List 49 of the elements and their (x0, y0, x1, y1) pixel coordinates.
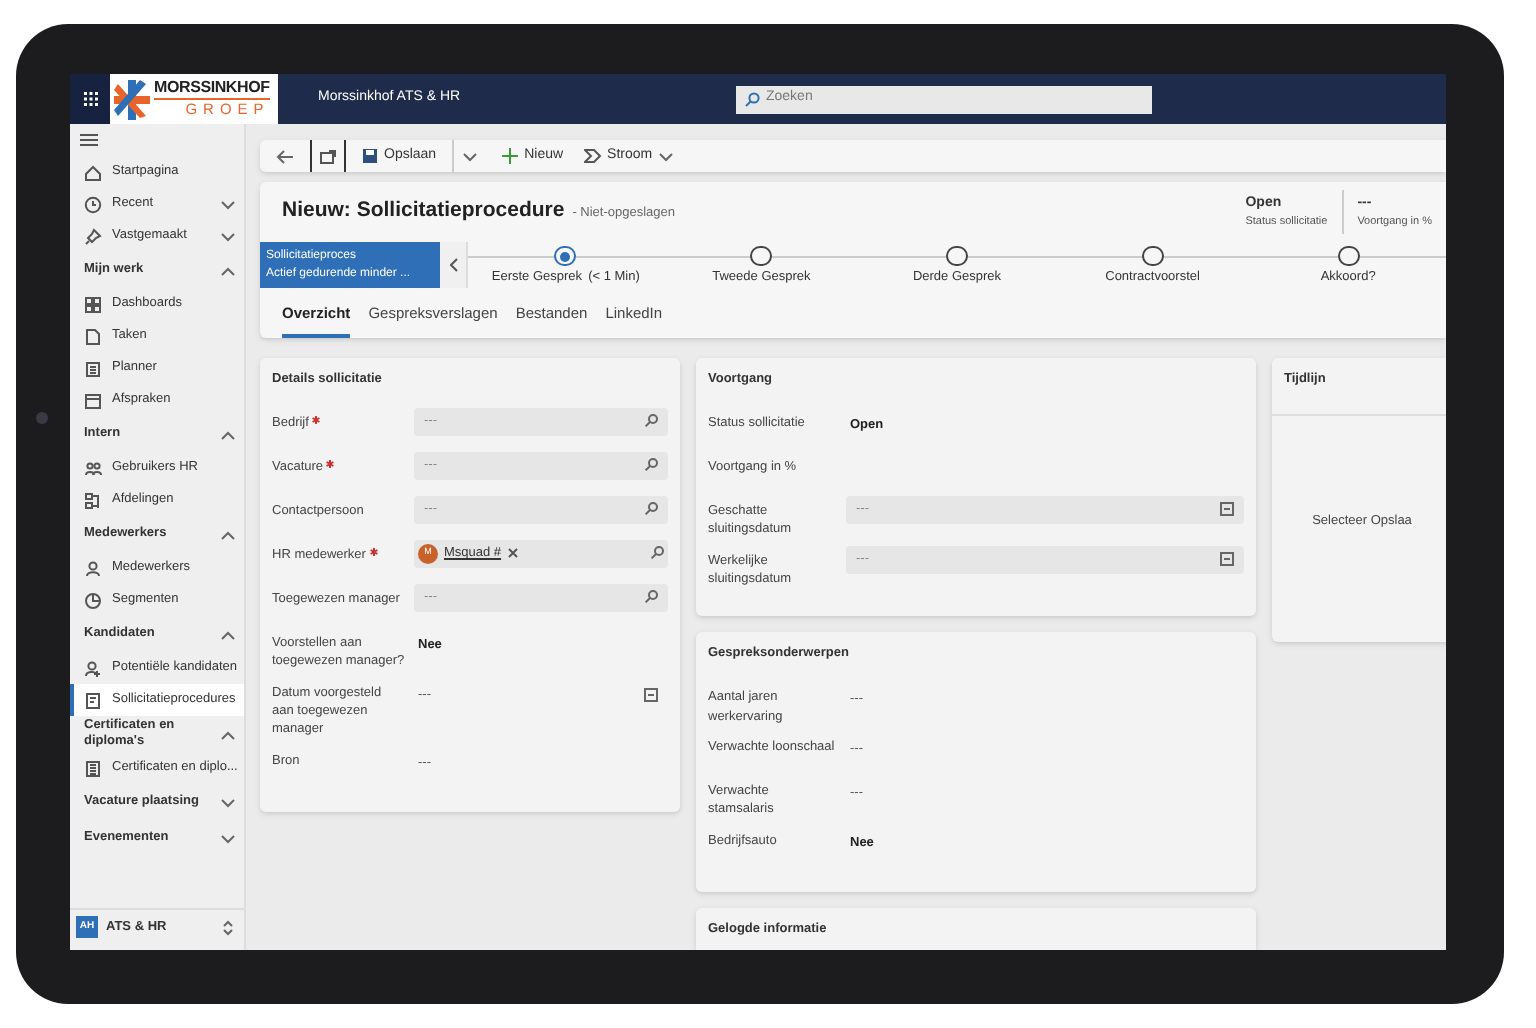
menu-icon (80, 134, 98, 146)
calendar-icon (84, 391, 102, 409)
waffle-icon (83, 92, 97, 106)
stage-marker[interactable] (750, 246, 773, 267)
search-icon (744, 91, 760, 107)
popout-button[interactable] (310, 140, 346, 172)
pin-icon (84, 227, 102, 245)
required-icon (312, 415, 321, 424)
sitemap-icon (84, 491, 102, 509)
person-icon (84, 559, 102, 577)
floppy-icon (362, 148, 378, 164)
back-arrow-icon (276, 149, 294, 163)
up-down-icon (222, 919, 234, 935)
popout-icon (320, 149, 336, 163)
chevron-down-icon (658, 151, 675, 161)
chevron-left-icon (449, 258, 457, 272)
people-icon (84, 459, 102, 477)
collapse-button[interactable] (440, 242, 468, 288)
stage-marker[interactable] (1141, 246, 1164, 267)
record-title: Nieuw: Sollicitatieprocedure (282, 196, 565, 227)
logo-text: MORSSINKHOF (154, 80, 270, 99)
stage-marker[interactable] (945, 246, 968, 267)
app-launcher-button[interactable] (70, 74, 110, 124)
required-icon (369, 547, 378, 556)
dashboard-icon (84, 295, 102, 313)
flow-icon (583, 148, 602, 164)
search-icon (644, 458, 658, 473)
page-icon (84, 327, 102, 345)
stage-marker[interactable] (1337, 246, 1360, 267)
camera-icon (36, 412, 48, 424)
calendar-icon (644, 687, 658, 702)
calendar-icon (1220, 552, 1234, 567)
search-icon (644, 590, 658, 605)
home-icon (84, 163, 102, 181)
calendar-icon (1220, 502, 1234, 517)
plus-icon (502, 148, 519, 164)
clock-icon (84, 195, 102, 213)
required-icon (326, 459, 335, 468)
search-icon (650, 546, 664, 561)
search-icon (644, 414, 658, 429)
chevron-down-icon (462, 151, 479, 161)
person-plus-icon (84, 659, 102, 677)
pie-icon (84, 591, 102, 609)
stage-marker[interactable] (554, 246, 577, 267)
certificate-icon (84, 759, 102, 777)
star-logo-icon (114, 79, 150, 119)
search-icon (644, 502, 658, 517)
close-icon (507, 548, 518, 559)
form-icon (84, 691, 102, 709)
